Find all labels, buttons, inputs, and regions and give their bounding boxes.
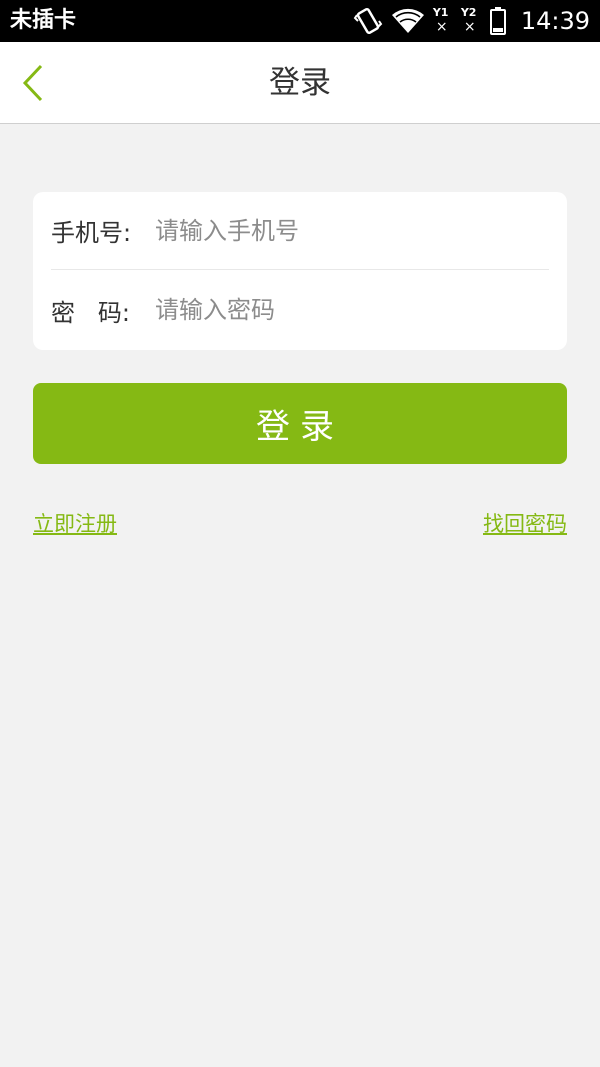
login-button[interactable]: 登录 xyxy=(33,383,567,464)
forgot-password-link[interactable]: 找回密码 xyxy=(483,508,567,538)
password-row: 密 码: xyxy=(51,271,549,349)
battery-icon xyxy=(489,7,506,35)
page-title: 登录 xyxy=(269,65,331,101)
password-label: 密 码: xyxy=(51,298,130,327)
clock: 14:39 xyxy=(520,7,590,35)
password-input[interactable] xyxy=(155,280,549,340)
sim2-no-signal-icon: Y2 × xyxy=(460,6,477,35)
login-form-card: 手机号: 密 码: xyxy=(33,192,567,350)
phone-label: 手机号: xyxy=(51,219,132,247)
nav-bar: 登录 xyxy=(0,42,600,124)
sim1-no-signal-icon: Y1 × xyxy=(432,6,449,35)
wifi-icon xyxy=(391,8,424,34)
register-link[interactable]: 立即注册 xyxy=(33,508,117,538)
vibrate-icon xyxy=(353,7,383,35)
status-bar: 未插卡 Y1 × Y2 × 14:39 xyxy=(0,0,600,42)
phone-row: 手机号: xyxy=(51,192,549,270)
phone-input[interactable] xyxy=(155,200,549,261)
carrier-label: 未插卡 xyxy=(10,8,77,33)
status-icons: Y1 × Y2 × 14:39 xyxy=(353,0,590,42)
